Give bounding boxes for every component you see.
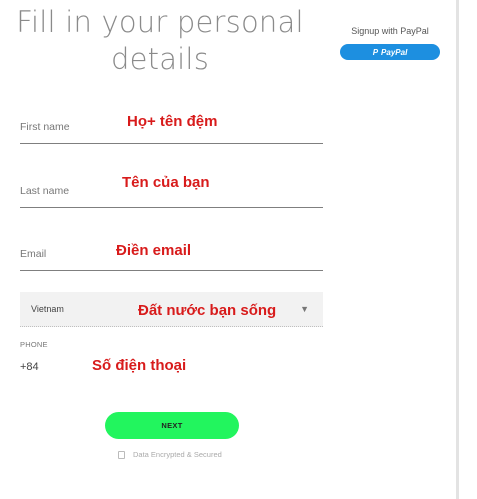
paypal-signup-button[interactable]: P PayPal bbox=[340, 44, 440, 60]
email-annotation: Điền email bbox=[116, 242, 192, 259]
page-title-line-1: Fill in your personal bbox=[16, 5, 304, 39]
chevron-down-icon: ▼ bbox=[300, 304, 309, 314]
lock-icon bbox=[118, 450, 125, 459]
phone-annotation: Số điện thoại bbox=[92, 357, 187, 374]
country-select-value: Vietnam bbox=[31, 304, 64, 314]
next-button[interactable]: NEXT bbox=[105, 412, 239, 439]
page-right-gutter bbox=[459, 0, 477, 499]
secure-note-text: Data Encrypted & Secured bbox=[133, 450, 222, 459]
secure-note: Data Encrypted & Secured bbox=[118, 450, 222, 459]
email-placeholder: Email bbox=[20, 248, 47, 260]
phone-label: PHONE bbox=[20, 340, 48, 349]
page-title: Fill in your personal details bbox=[0, 4, 320, 78]
last-name-annotation: Tên của bạn bbox=[122, 174, 210, 191]
last-name-placeholder: Last name bbox=[20, 185, 70, 197]
phone-country-code[interactable]: +84 bbox=[20, 361, 39, 373]
first-name-annotation: Họ+ tên đệm bbox=[127, 113, 218, 130]
first-name-placeholder: First name bbox=[20, 121, 70, 133]
page-title-line-2: details bbox=[110, 42, 209, 76]
next-button-label: NEXT bbox=[161, 421, 183, 430]
country-annotation: Đất nước bạn sống bbox=[138, 302, 277, 319]
paypal-signup-label: Signup with PayPal bbox=[351, 26, 429, 36]
paypal-button-label: PayPal bbox=[381, 47, 408, 57]
paypal-p-icon: P bbox=[372, 47, 379, 57]
